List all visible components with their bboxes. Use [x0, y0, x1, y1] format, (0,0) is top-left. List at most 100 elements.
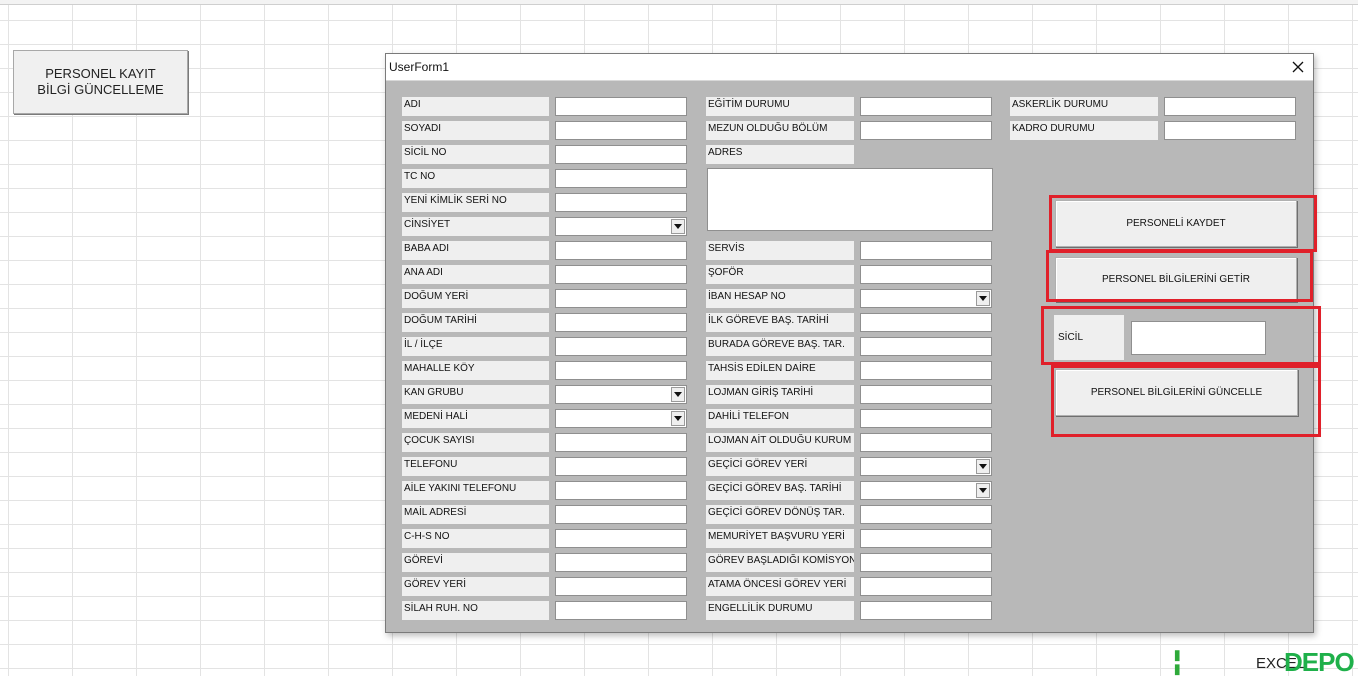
- field-label: EĞİTİM DURUMU: [706, 97, 854, 116]
- field-combobox[interactable]: [860, 289, 992, 308]
- field-label: BURADA GÖREVE BAŞ. TAR.: [706, 337, 854, 356]
- field-label: ASKERLİK DURUMU: [1010, 97, 1158, 116]
- field-label: GEÇİCİ GÖREV BAŞ. TARİHİ: [706, 481, 854, 500]
- field-label: SİCİL NO: [402, 145, 549, 164]
- field-input[interactable]: [860, 385, 992, 404]
- field-input[interactable]: [555, 145, 687, 164]
- personel-kayit-open-button[interactable]: PERSONEL KAYIT BİLGİ GÜNCELLEME: [13, 50, 188, 114]
- field-input[interactable]: [860, 265, 992, 284]
- field-combobox[interactable]: [555, 409, 687, 428]
- field-input[interactable]: [555, 529, 687, 548]
- field-label: DOĞUM YERİ: [402, 289, 549, 308]
- field-label: ANA ADI: [402, 265, 549, 284]
- close-icon: [1292, 61, 1304, 73]
- field-input[interactable]: [555, 289, 687, 308]
- field-label: TAHSİS EDİLEN DAİRE: [706, 361, 854, 380]
- dropdown-arrow-icon[interactable]: [671, 219, 685, 234]
- field-label: SİLAH RUH. NO: [402, 601, 549, 620]
- field-input[interactable]: [860, 433, 992, 452]
- field-label: KAN GRUBU: [402, 385, 549, 404]
- field-input[interactable]: [860, 361, 992, 380]
- field-input[interactable]: [555, 121, 687, 140]
- field-label: GEÇİCİ GÖREV YERİ: [706, 457, 854, 476]
- field-input[interactable]: [555, 337, 687, 356]
- field-input[interactable]: [860, 505, 992, 524]
- field-label: LOJMAN AİT OLDUĞU KURUM: [706, 433, 854, 452]
- field-label: TC NO: [402, 169, 549, 188]
- field-label: AİLE YAKINI TELEFONU: [402, 481, 549, 500]
- field-input[interactable]: [860, 241, 992, 260]
- field-label: YENİ KİMLİK SERİ NO: [402, 193, 549, 212]
- field-label: LOJMAN GİRİŞ TARİHİ: [706, 385, 854, 404]
- field-input[interactable]: [860, 313, 992, 332]
- excel-depo-watermark: ╏ EXCEL DEPO: [1170, 647, 1358, 677]
- sicil-search-input[interactable]: [1131, 321, 1266, 355]
- field-label: ADI: [402, 97, 549, 116]
- column-header-strip: [0, 0, 1358, 5]
- field-input[interactable]: [555, 505, 687, 524]
- field-input[interactable]: [555, 601, 687, 620]
- field-input[interactable]: [1164, 121, 1296, 140]
- field-label: İBAN HESAP NO: [706, 289, 854, 308]
- field-input[interactable]: [555, 193, 687, 212]
- personel-bilgilerini-getir-button[interactable]: PERSONEL BİLGİLERİNİ GETİR: [1055, 257, 1297, 302]
- field-input[interactable]: [555, 241, 687, 260]
- field-input[interactable]: [860, 601, 992, 620]
- dropdown-arrow-icon[interactable]: [976, 291, 990, 306]
- field-input[interactable]: [860, 577, 992, 596]
- personel-bilgilerini-guncelle-button[interactable]: PERSONEL BİLGİLERİNİ GÜNCELLE: [1055, 369, 1298, 416]
- field-input[interactable]: [860, 97, 992, 116]
- field-input[interactable]: [555, 169, 687, 188]
- field-label: MAHALLE KÖY: [402, 361, 549, 380]
- field-combobox[interactable]: [860, 457, 992, 476]
- field-label: MEZUN OLDUĞU BÖLÜM: [706, 121, 854, 140]
- field-label: İL / İLÇE: [402, 337, 549, 356]
- field-input[interactable]: [555, 457, 687, 476]
- field-input[interactable]: [860, 553, 992, 572]
- adres-label: ADRES: [706, 145, 854, 164]
- field-label: İLK GÖREVE BAŞ. TARİHİ: [706, 313, 854, 332]
- field-input[interactable]: [555, 97, 687, 116]
- sicil-label: SİCİL: [1054, 315, 1124, 360]
- field-label: GÖREV BAŞLADIĞI KOMİSYON: [706, 553, 854, 572]
- dropdown-arrow-icon[interactable]: [671, 411, 685, 426]
- dropdown-arrow-icon[interactable]: [976, 483, 990, 498]
- field-label: C-H-S NO: [402, 529, 549, 548]
- dropdown-arrow-icon[interactable]: [671, 387, 685, 402]
- field-input[interactable]: [860, 121, 992, 140]
- sheet-button-line1: PERSONEL KAYIT: [45, 66, 156, 81]
- field-input[interactable]: [555, 553, 687, 572]
- field-label: ATAMA ÖNCESİ GÖREV YERİ: [706, 577, 854, 596]
- field-combobox[interactable]: [555, 217, 687, 236]
- form-client-area: ADRES PERSONELİ KAYDET PERSONEL BİLGİLER…: [386, 80, 1321, 632]
- personel-bilgilerini-guncelle-label: PERSONEL BİLGİLERİNİ GÜNCELLE: [1090, 387, 1263, 398]
- close-button[interactable]: [1283, 54, 1313, 80]
- field-input[interactable]: [860, 337, 992, 356]
- field-input[interactable]: [555, 481, 687, 500]
- personeli-kaydet-button[interactable]: PERSONELİ KAYDET: [1055, 200, 1297, 247]
- field-label: BABA ADI: [402, 241, 549, 260]
- field-label: TELEFONU: [402, 457, 549, 476]
- field-combobox[interactable]: [860, 481, 992, 500]
- field-input[interactable]: [860, 409, 992, 428]
- adres-textarea[interactable]: [707, 168, 993, 231]
- userform-window: UserForm1 ADRES PERSONELİ KAYDET PERSONE…: [385, 53, 1321, 633]
- field-label: MEMURİYET BAŞVURU YERİ: [706, 529, 854, 548]
- field-input[interactable]: [1164, 97, 1296, 116]
- sheet-button-line2: BİLGİ GÜNCELLEME: [37, 82, 164, 97]
- field-input[interactable]: [555, 361, 687, 380]
- watermark-d-mark: ╏: [1170, 650, 1185, 677]
- field-input[interactable]: [555, 313, 687, 332]
- personel-bilgilerini-getir-label: PERSONEL BİLGİLERİNİ GETİR: [1101, 274, 1250, 285]
- field-label: GÖREV YERİ: [402, 577, 549, 596]
- field-label: ENGELLİLİK DURUMU: [706, 601, 854, 620]
- field-input[interactable]: [555, 265, 687, 284]
- field-input[interactable]: [860, 529, 992, 548]
- personeli-kaydet-label: PERSONELİ KAYDET: [1126, 218, 1226, 229]
- field-label: MEDENİ HALİ: [402, 409, 549, 428]
- window-title: UserForm1: [389, 60, 450, 74]
- dropdown-arrow-icon[interactable]: [976, 459, 990, 474]
- field-combobox[interactable]: [555, 385, 687, 404]
- field-input[interactable]: [555, 433, 687, 452]
- field-input[interactable]: [555, 577, 687, 596]
